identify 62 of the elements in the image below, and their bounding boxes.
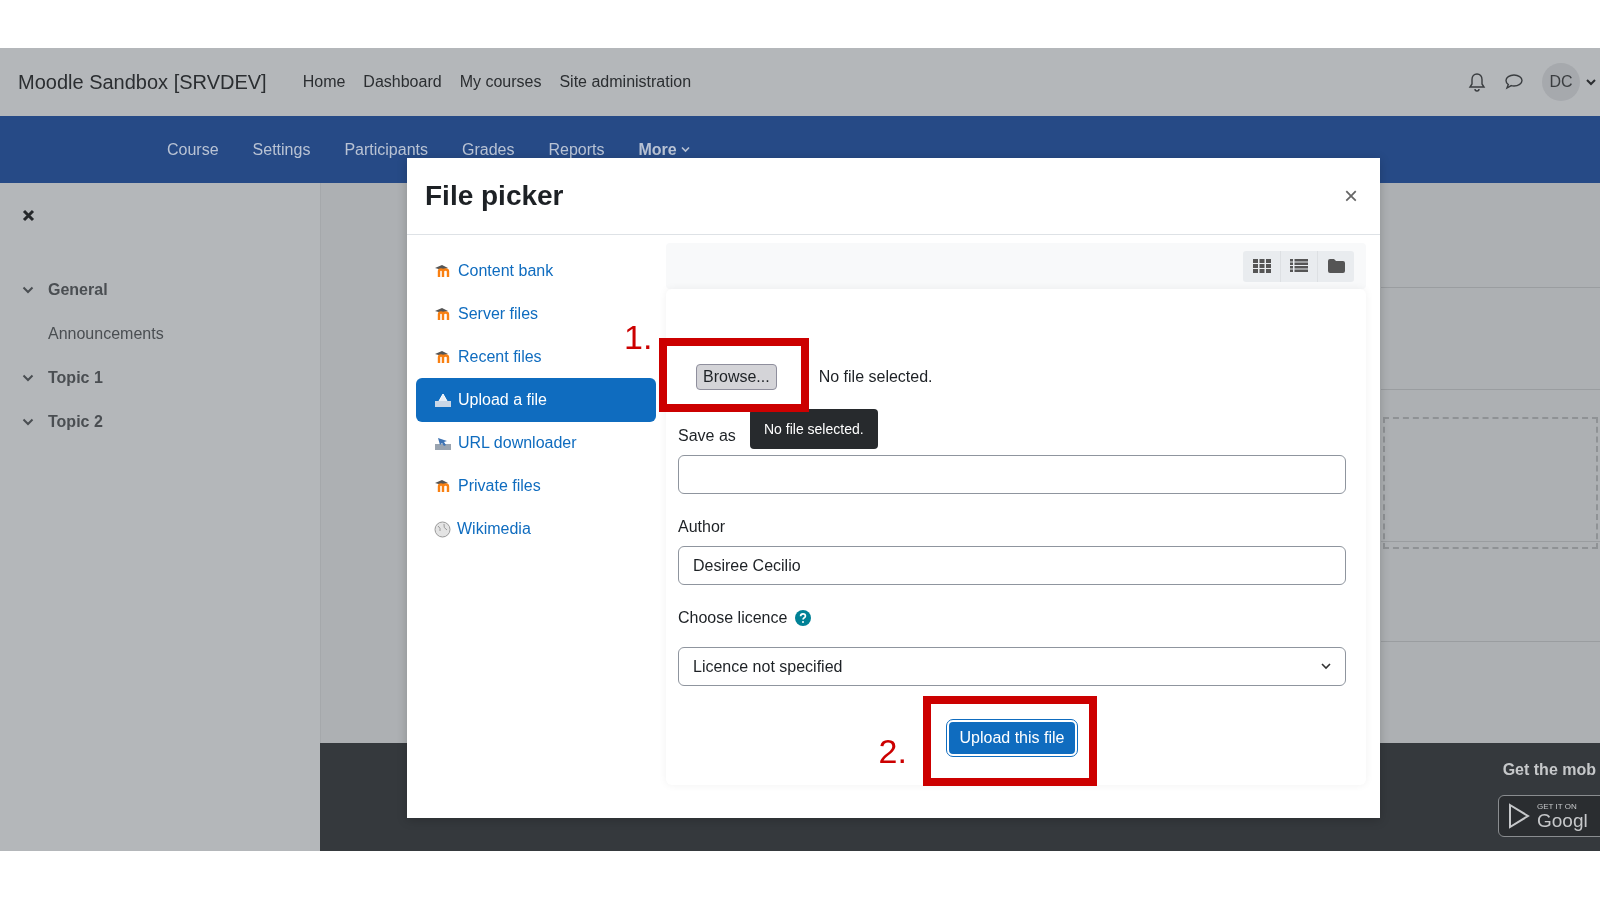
nav-link[interactable]: My courses — [459, 73, 542, 91]
site-name[interactable]: Moodle Sandbox [SRVDEV] — [18, 70, 267, 94]
close-button[interactable]: × — [1340, 182, 1362, 210]
section-title[interactable]: General — [48, 281, 108, 299]
help-icon[interactable] — [795, 610, 812, 626]
mortarboard-m-icon — [434, 350, 452, 364]
badge-store-name: Googl — [1537, 810, 1588, 830]
repository-item[interactable]: Private files — [416, 464, 551, 508]
upload-button[interactable]: Upload this file — [946, 720, 1078, 756]
file-status-text: No file selected. — [818, 368, 933, 386]
download-tray-icon — [434, 435, 452, 451]
course-nav-link[interactable]: Grades — [445, 140, 532, 159]
course-nav-link[interactable]: Settings — [235, 140, 328, 159]
folder-icon — [1327, 259, 1345, 273]
chat-bubble-icon[interactable] — [1504, 73, 1524, 91]
course-nav-link[interactable]: Course — [150, 140, 236, 159]
annotation-number: 1. — [624, 320, 653, 354]
nav-link[interactable]: Dashboard — [363, 73, 442, 91]
browse-button[interactable]: Browse... — [696, 364, 777, 390]
mortarboard-m-icon — [434, 307, 452, 321]
chevron-icon[interactable] — [22, 374, 34, 382]
chevron-down-icon — [1321, 663, 1331, 670]
repository-item[interactable]: Content bank — [416, 249, 564, 293]
mortarboard-m-icon — [434, 264, 452, 278]
repository-item[interactable]: Recent files — [416, 335, 552, 379]
tooltip: No file selected. — [750, 409, 878, 449]
mortarboard-m-icon — [434, 479, 452, 493]
store-badge[interactable]: GET IT ON Googl — [1498, 795, 1600, 837]
more-dropdown[interactable]: More — [621, 140, 707, 159]
user-avatar[interactable]: DC — [1542, 63, 1580, 101]
repository-item[interactable]: Server files — [416, 292, 549, 336]
activity-link[interactable]: Announcements — [48, 325, 164, 343]
notification-bell-icon[interactable] — [1468, 72, 1486, 92]
annotation-number: 2. — [878, 734, 907, 768]
nav-link[interactable]: Home — [302, 73, 346, 91]
badge-caption: GET IT ON — [1537, 802, 1578, 811]
field-label: Choose licence — [678, 609, 788, 627]
globe-icon — [434, 520, 451, 538]
chevron-icon[interactable] — [22, 418, 34, 426]
repository-item[interactable]: Upload a file — [416, 378, 656, 422]
course-nav-link[interactable]: Reports — [531, 140, 622, 159]
licence-select[interactable]: Licence not specified — [678, 647, 1346, 686]
chevron-icon[interactable] — [22, 286, 34, 294]
app-promo-text: Get the mob — [1502, 761, 1596, 779]
section-title[interactable]: Topic 2 — [48, 413, 103, 431]
upload-tray-icon — [434, 392, 452, 408]
text-input-field[interactable] — [678, 455, 1346, 494]
section-title[interactable]: Topic 1 — [48, 369, 103, 387]
field-label: Save as — [678, 427, 736, 445]
field-label: Author — [678, 518, 726, 536]
text-input-field[interactable]: Desiree Cecilio — [678, 546, 1346, 585]
list-view-icon — [1290, 259, 1308, 273]
dialog-title: File picker — [425, 180, 564, 212]
nav-link[interactable]: Site administration — [559, 73, 692, 91]
play-triangle-icon — [1507, 803, 1531, 829]
close-icon[interactable] — [22, 209, 35, 222]
repository-item[interactable]: Wikimedia — [416, 507, 541, 551]
grid-view-icon — [1252, 259, 1271, 273]
course-nav-link[interactable]: Participants — [327, 140, 445, 159]
chevron-down-icon — [680, 146, 690, 153]
repository-item[interactable]: URL downloader — [416, 421, 587, 465]
chevron-down-icon[interactable] — [1586, 78, 1596, 86]
